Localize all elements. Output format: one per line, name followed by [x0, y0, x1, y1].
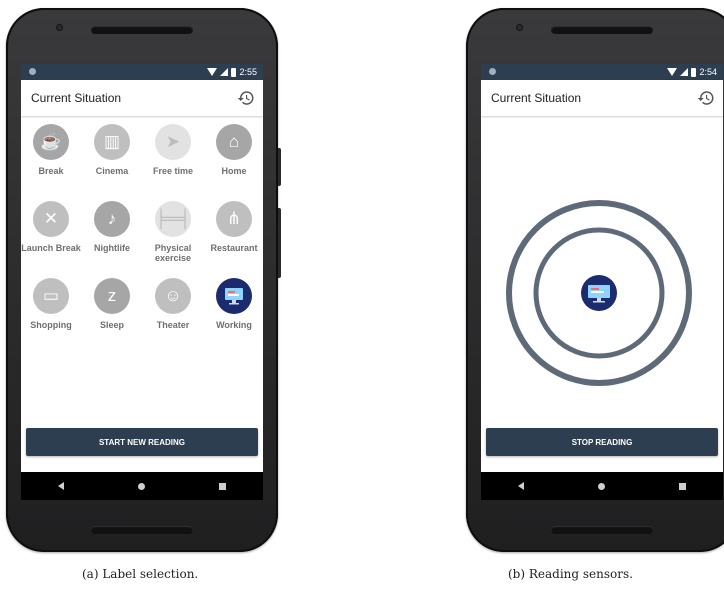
screen: 2:54 Current Situation STOP READING — [481, 64, 723, 500]
category-free-time[interactable]: ➤ Free time — [143, 124, 203, 197]
monitor-glyph-icon — [225, 288, 243, 305]
earpiece-speaker — [91, 26, 193, 34]
category-nightlife[interactable]: ♪ Nightlife — [82, 201, 142, 274]
android-nav-bar — [481, 472, 723, 500]
page-title: Current Situation — [31, 91, 122, 105]
page-title: Current Situation — [491, 91, 582, 105]
app-bar: Current Situation — [21, 80, 263, 116]
category-label: Home — [221, 166, 247, 176]
wifi-icon — [667, 68, 678, 76]
dumbbell-icon: ╞═╡ — [155, 201, 191, 237]
category-physical-exercise[interactable]: ╞═╡ Physical exercise — [143, 201, 203, 274]
wifi-icon — [207, 68, 218, 76]
signal-icon — [220, 68, 229, 76]
notification-dot-icon — [29, 68, 36, 75]
category-break[interactable]: ☕ Break — [21, 124, 81, 197]
popcorn-icon: ▥ — [94, 124, 130, 160]
dancer-icon: ♪ — [94, 201, 130, 237]
utensils-icon: ⋔ — [216, 201, 252, 237]
home-icon[interactable] — [598, 482, 605, 490]
category-theater[interactable]: ☺ Theater — [143, 278, 203, 351]
category-launch-break[interactable]: ✕ Launch Break — [21, 201, 81, 274]
history-icon[interactable] — [237, 89, 255, 107]
status-time: 2:54 — [699, 67, 717, 77]
category-grid: ☕ Break ▥ Cinema ➤ Free time ⌂ Home ✕ La… — [21, 116, 263, 351]
paper-plane-icon: ➤ — [155, 124, 191, 160]
sleep-icon: z — [94, 278, 130, 314]
category-working[interactable]: Working — [204, 278, 263, 351]
home-icon[interactable] — [138, 482, 145, 490]
category-label: Cinema — [95, 166, 129, 176]
category-label: Working — [216, 320, 252, 330]
notification-dot-icon — [489, 68, 496, 75]
category-label: Launch Break — [21, 243, 81, 253]
category-sleep[interactable]: z Sleep — [82, 278, 142, 351]
coffee-icon: ☕ — [33, 124, 69, 160]
figure-caption-b: (b) Reading sensors. — [508, 567, 633, 581]
category-label: Free time — [152, 166, 194, 176]
recents-icon[interactable] — [679, 482, 686, 490]
category-label: Restaurant — [210, 243, 258, 253]
category-label: Theater — [156, 320, 190, 330]
earpiece-speaker — [551, 26, 653, 34]
monitor-icon — [581, 275, 617, 311]
category-cinema[interactable]: ▥ Cinema — [82, 124, 142, 197]
app-bar: Current Situation — [481, 80, 723, 116]
category-label: Sleep — [99, 320, 124, 330]
card-icon: ▭ — [33, 278, 69, 314]
front-camera — [56, 24, 63, 31]
front-camera — [516, 24, 523, 31]
bottom-speaker — [91, 526, 193, 534]
status-bar: 2:55 — [21, 64, 263, 80]
battery-icon — [691, 67, 697, 77]
category-home[interactable]: ⌂ Home — [204, 124, 263, 197]
monitor-icon — [216, 278, 252, 314]
screen: 2:55 Current Situation ☕ Break ▥ Cinema … — [21, 64, 263, 500]
category-label: Nightlife — [94, 243, 130, 253]
back-icon[interactable] — [518, 482, 524, 490]
category-restaurant[interactable]: ⋔ Restaurant — [204, 201, 263, 274]
signal-icon — [680, 68, 689, 76]
stop-reading-button[interactable]: STOP READING — [486, 428, 718, 456]
cutlery-icon: ✕ — [33, 201, 69, 237]
start-new-reading-button[interactable]: START NEW READING — [26, 428, 258, 456]
house-icon: ⌂ — [216, 124, 252, 160]
masks-icon: ☺ — [155, 278, 191, 314]
android-nav-bar — [21, 472, 263, 500]
status-time: 2:55 — [239, 67, 257, 77]
category-label: Shopping — [30, 320, 72, 330]
recents-icon[interactable] — [219, 482, 226, 490]
category-label: Break — [38, 166, 64, 176]
power-button — [278, 148, 281, 186]
battery-icon — [231, 67, 237, 77]
bottom-speaker — [551, 526, 653, 534]
category-label: Physical exercise — [154, 243, 192, 263]
sensor-reading-animation — [506, 200, 692, 386]
phone-frame-label-selection: 2:55 Current Situation ☕ Break ▥ Cinema … — [6, 8, 281, 552]
back-icon[interactable] — [58, 482, 64, 490]
phone-frame-reading-sensors: 2:54 Current Situation STOP READING — [466, 8, 724, 552]
figure-caption-a: (a) Label selection. — [82, 567, 199, 581]
status-bar: 2:54 — [481, 64, 723, 80]
category-shopping[interactable]: ▭ Shopping — [21, 278, 81, 351]
volume-rocker — [278, 208, 281, 278]
history-icon[interactable] — [697, 89, 715, 107]
